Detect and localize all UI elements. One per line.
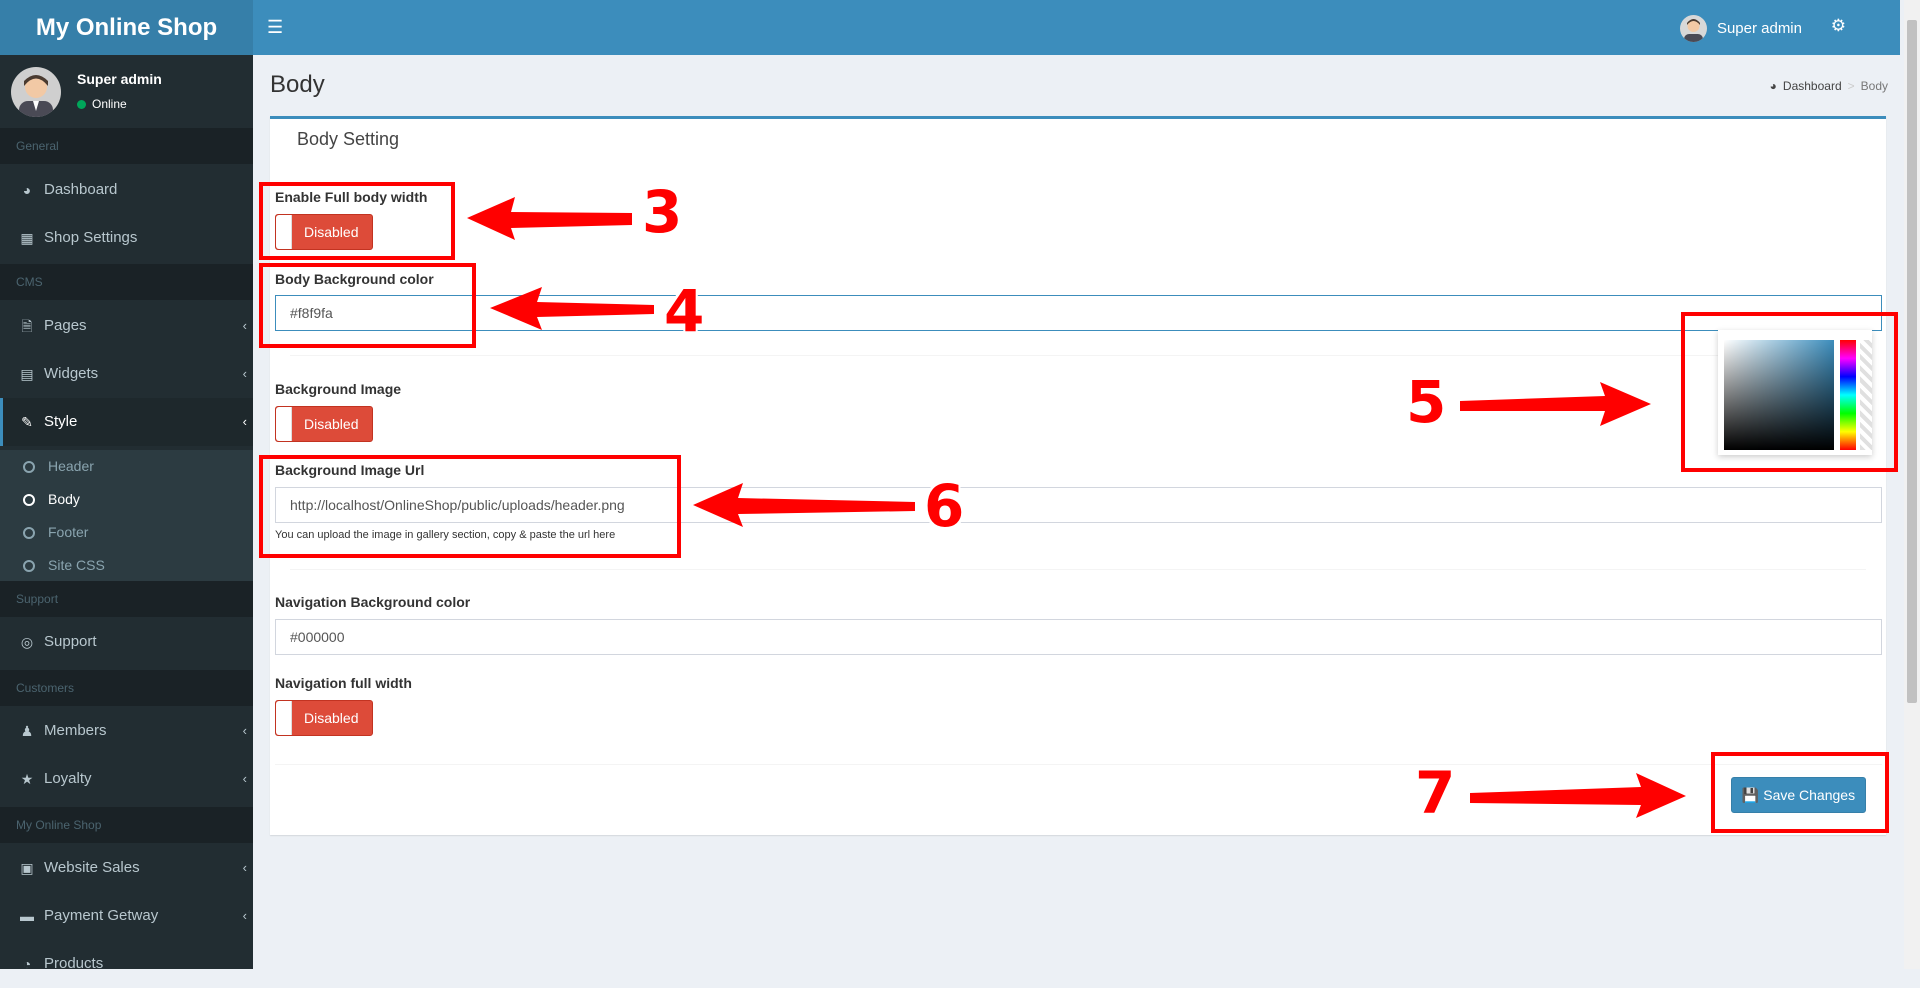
annotation-number-5: 5 — [1406, 368, 1447, 436]
scrollbar-thumb[interactable] — [1907, 20, 1917, 703]
annotation-number-4: 4 — [664, 277, 705, 345]
arrow-5 — [1460, 382, 1651, 426]
arrow-3 — [467, 197, 632, 240]
annotation-number-3: 3 — [642, 178, 683, 246]
annotation-number-7: 7 — [1415, 759, 1456, 827]
arrow-7 — [1470, 773, 1686, 818]
arrow-4 — [490, 287, 654, 330]
annotation-number-6: 6 — [924, 472, 965, 540]
arrow-6 — [693, 483, 915, 527]
